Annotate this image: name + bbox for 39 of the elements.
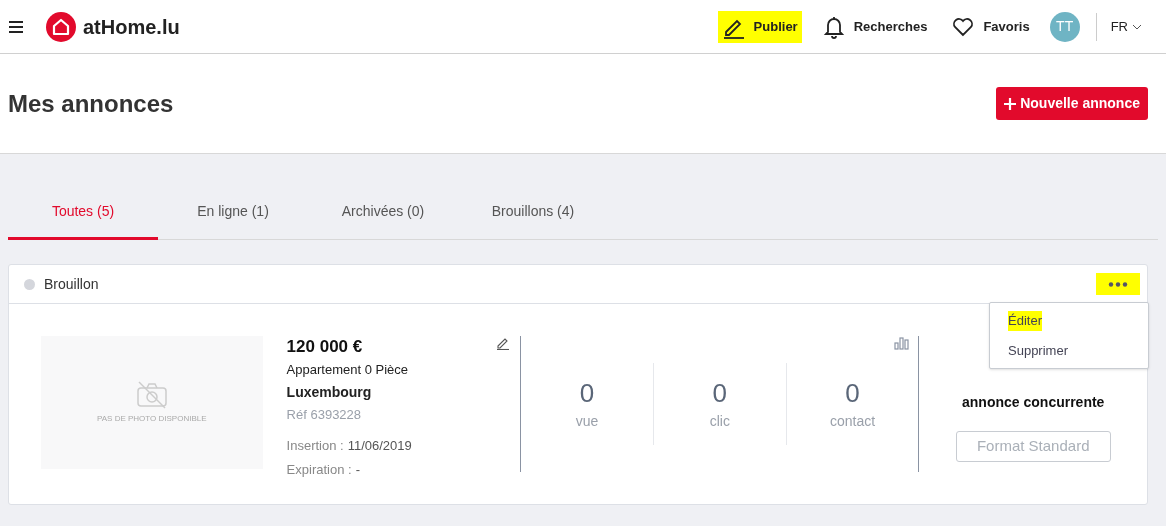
chevron-down-icon: [1132, 23, 1142, 30]
stat-value: 0: [845, 376, 860, 409]
no-camera-icon: [135, 380, 168, 409]
competitor-label: annonce concurrente: [962, 393, 1105, 412]
more-icon: [1108, 281, 1128, 287]
nav-link[interactable]: Recherches: [817, 10, 932, 43]
menu-item[interactable]: Supprimer: [1008, 340, 1068, 360]
expiration-date: -: [355, 460, 360, 479]
plus-icon: [1004, 97, 1017, 110]
menu-item[interactable]: Éditer: [1008, 311, 1042, 331]
status-label: Brouillon: [44, 274, 99, 294]
stat-label: contact: [829, 411, 876, 431]
nav-link[interactable]: Publier: [717, 10, 802, 43]
price: 120 000 €: [286, 336, 363, 358]
more-options-button[interactable]: [1096, 273, 1140, 295]
logo-icon: [46, 11, 76, 42]
expiration-label: Expiration :: [286, 460, 352, 479]
insertion-label: Insertion :: [286, 437, 344, 455]
tab[interactable]: En ligne (1): [158, 186, 308, 240]
page-title: Mes annonces: [8, 88, 174, 119]
stat-value: 0: [712, 376, 728, 409]
insertion-date: 11/06/2019: [347, 437, 412, 455]
tab[interactable]: Brouillons (4): [458, 186, 608, 240]
tab[interactable]: Archivées (0): [308, 186, 458, 240]
tab[interactable]: Toutes (5): [8, 186, 158, 240]
stat-label: clic: [709, 411, 730, 431]
stat-label: vue: [575, 411, 599, 431]
language-selector[interactable]: FR: [1110, 16, 1142, 37]
logo-text[interactable]: atHome.lu: [83, 11, 180, 42]
city: Luxembourg: [286, 382, 373, 402]
bell-icon: [821, 14, 846, 39]
property-type: Appartement 0 Pièce: [286, 361, 409, 379]
no-photo-text: PAS DE PHOTO DISPONIBLE: [97, 412, 207, 425]
nav-link[interactable]: Favoris: [947, 10, 1034, 43]
menu-icon[interactable]: [8, 19, 24, 34]
new-listing-button[interactable]: Nouvelle annonce: [996, 87, 1148, 120]
pencil-icon[interactable]: [496, 336, 511, 350]
reference: Réf 6393228: [286, 405, 363, 424]
stat-value: 0: [579, 376, 595, 409]
